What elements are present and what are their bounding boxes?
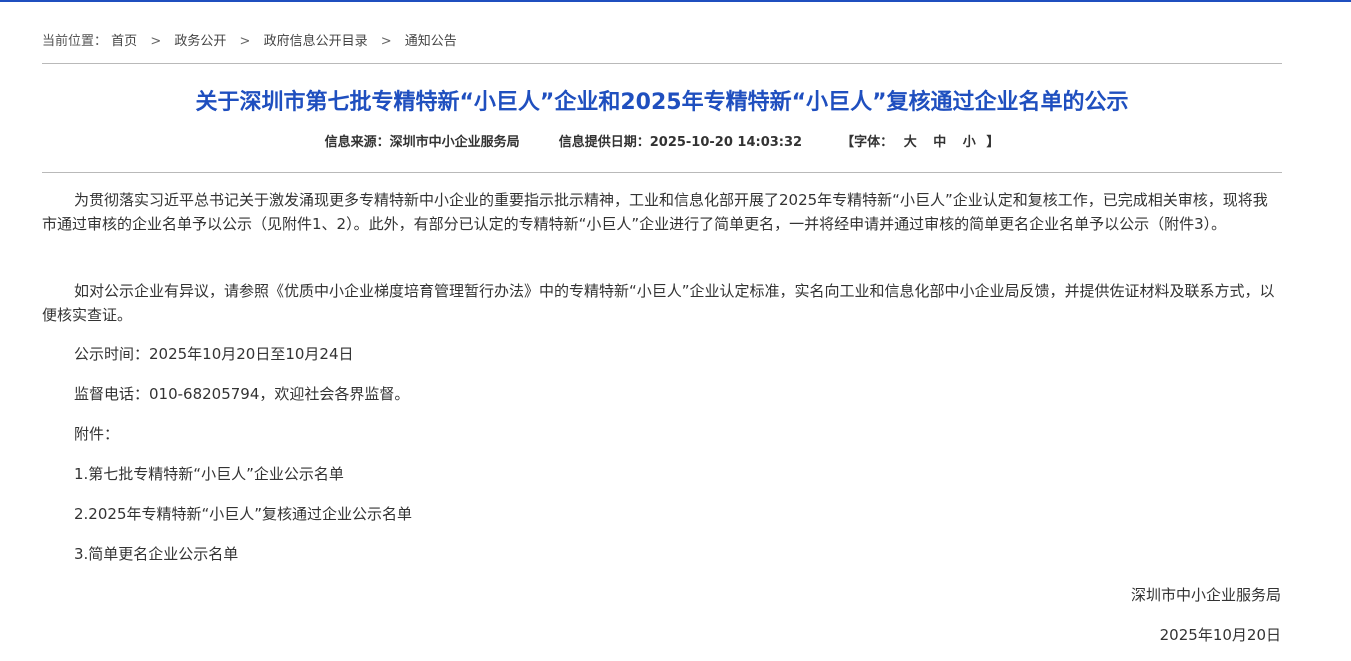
breadcrumb-separator: > — [150, 34, 162, 49]
breadcrumb-separator: > — [239, 34, 251, 49]
signature-date: 2025年10月20日 — [1159, 626, 1281, 644]
article-title: 关于深圳市第七批专精特新“小巨人”企业和2025年专精特新“小巨人”复核通过企业… — [195, 90, 1129, 115]
breadcrumb-catalog-link[interactable]: 政府信息公开目录 — [264, 34, 368, 49]
breadcrumb-notices-link[interactable]: 通知公告 — [405, 34, 457, 49]
font-size-large-button[interactable]: 大 — [904, 135, 917, 150]
breadcrumb: 当前位置： 首页 > 政务公开 > 政府信息公开目录 > 通知公告 — [42, 33, 457, 51]
breadcrumb-home-link[interactable]: 首页 — [111, 34, 137, 49]
paragraph-objection: 如对公示企业有异议，请参照《优质中小企业梯度培育管理暂行办法》中的专精特新“小巨… — [42, 282, 1275, 324]
article-meta: 信息来源：深圳市中小企业服务局 信息提供日期：2025-10-20 14:03:… — [42, 134, 1282, 152]
top-accent-bar — [0, 0, 1351, 2]
font-size-small-button[interactable]: 小 — [963, 135, 976, 150]
attachment-link-2[interactable]: 2.2025年专精特新“小巨人”复核通过企业公示名单 — [42, 502, 1282, 526]
paragraph-phone: 监督电话：010-68205794，欢迎社会各界监督。 — [74, 385, 410, 403]
paragraph-attachments-label: 附件： — [74, 425, 120, 443]
attachment-link-1[interactable]: 1.第七批专精特新“小巨人”企业公示名单 — [42, 462, 1282, 486]
font-size-close-bracket: 】 — [986, 135, 1000, 150]
font-size-label: 【字体： — [841, 135, 894, 150]
breadcrumb-prefix: 当前位置： — [42, 34, 108, 49]
breadcrumb-government-affairs-link[interactable]: 政务公开 — [174, 34, 226, 49]
attachment-link-3[interactable]: 3.简单更名企业公示名单 — [42, 542, 1282, 566]
date-value: 2025-10-20 14:03:32 — [649, 135, 803, 150]
divider-top — [42, 63, 1282, 64]
source-value: 深圳市中小企业服务局 — [389, 135, 520, 150]
paragraph-intro: 为贯彻落实习近平总书记关于激发涌现更多专精特新中小企业的重要指示批示精神，工业和… — [42, 191, 1268, 233]
breadcrumb-separator: > — [380, 34, 392, 49]
divider-bottom — [42, 172, 1282, 173]
paragraph-period: 公示时间：2025年10月20日至10月24日 — [74, 345, 354, 363]
date-label: 信息提供日期： — [558, 135, 650, 150]
signature-org: 深圳市中小企业服务局 — [1130, 586, 1281, 604]
font-size-medium-button[interactable]: 中 — [933, 135, 946, 150]
source-label: 信息来源： — [324, 135, 390, 150]
